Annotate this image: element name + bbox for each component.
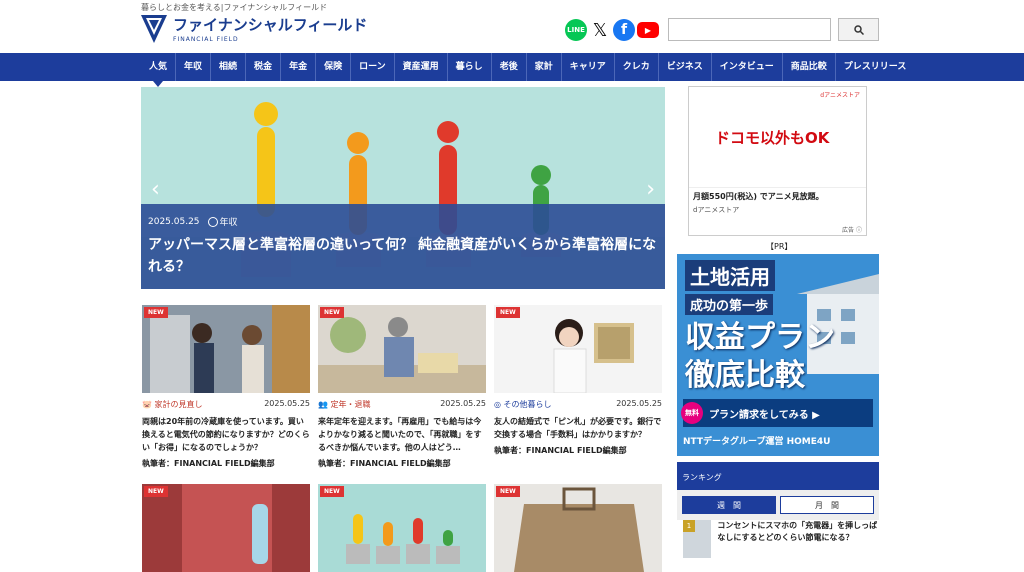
free-badge: 無料 <box>681 402 703 424</box>
ad-sub: dアニメストア <box>693 206 740 214</box>
nav-item[interactable]: ローン <box>351 53 395 81</box>
article-image: NEW <box>318 305 486 393</box>
article-date: 2025.05.25 <box>264 399 310 408</box>
article-card[interactable]: NEW 🐷 家計の見直し 2025.05.25 両親は20年前の冷蔵庫を使ってい… <box>142 305 310 469</box>
nav-item[interactable]: 老後 <box>492 53 527 81</box>
article-card[interactable]: NEW 👥 定年・退職 2025.05.25 来年定年を迎えます。「再雇用」でも… <box>318 305 486 469</box>
new-badge: NEW <box>144 486 168 497</box>
ad-brand: dアニメストア <box>820 92 860 99</box>
rank-number: 1 <box>683 520 695 532</box>
ad2-headline: 収益プラン 徹底比較 <box>685 320 835 393</box>
hero-slider[interactable]: ‹ › 2025.05.25 年収 アッパーマス層と準富裕層の違いって何？ 純金… <box>141 87 665 289</box>
hero-next-arrow[interactable]: › <box>646 177 655 202</box>
nav-item[interactable]: キャリア <box>562 53 615 81</box>
new-badge: NEW <box>320 486 344 497</box>
article-title[interactable]: 来年定年を迎えます。「再雇用」でも給与は今よりかなり減ると聞いたので、「再就職」… <box>318 415 486 454</box>
article-category[interactable]: 定年・退職 <box>331 400 371 409</box>
new-badge: NEW <box>144 307 168 318</box>
nav-item[interactable]: 家計 <box>527 53 562 81</box>
logo-subtext: FINANCIAL FIELD <box>173 36 239 43</box>
logo-text: ファイナンシャルフィールド <box>173 16 368 34</box>
logo-mark-icon <box>141 14 167 43</box>
nav-item[interactable]: 資産運用 <box>395 53 448 81</box>
hero-caption[interactable]: 2025.05.25 年収 アッパーマス層と準富裕層の違いって何？ 純金融資産が… <box>141 204 665 289</box>
nav-item[interactable]: 保険 <box>316 53 352 81</box>
article-image: NEW <box>494 305 662 393</box>
new-badge: NEW <box>496 307 520 318</box>
nav-item[interactable]: プレスリリース <box>836 53 915 81</box>
site-logo[interactable]: ファイナンシャルフィールド FINANCIAL FIELD <box>141 14 367 43</box>
article-image: NEW <box>142 484 310 572</box>
x-icon[interactable]: 𝕏 <box>589 19 611 41</box>
new-badge: NEW <box>320 307 344 318</box>
nav-item[interactable]: 暮らし <box>448 53 492 81</box>
article-author: 執筆者：FINANCIAL FIELD編集部 <box>142 459 275 468</box>
nav-item[interactable]: 人気 <box>141 47 177 87</box>
nav-item[interactable]: クレカ <box>615 53 659 81</box>
ad-headline: ドコモ以外もOK <box>715 129 830 147</box>
nav-item[interactable]: 税金 <box>246 53 282 81</box>
clock-icon: ◎ <box>494 400 501 409</box>
tab-monthly[interactable]: 月 間 <box>780 496 874 514</box>
nav-item[interactable]: 商品比較 <box>783 53 836 81</box>
nav-item[interactable]: ビジネス <box>659 53 712 81</box>
article-author: 執筆者：FINANCIAL FIELD編集部 <box>494 446 627 455</box>
new-badge: NEW <box>496 486 520 497</box>
hero-prev-arrow[interactable]: ‹ <box>151 177 160 202</box>
ad2-title: 土地活用 <box>685 260 775 291</box>
ranking-header: ランキング <box>677 462 879 490</box>
ad-label: 広告 ⓘ <box>842 227 862 234</box>
article-date: 2025.05.25 <box>440 399 486 408</box>
search-input[interactable] <box>668 18 831 41</box>
danime-ad[interactable]: dアニメストア ドコモ以外もOK 月額550円(税込) でアニメ見放題。 dアニ… <box>688 86 867 236</box>
article-image: NEW <box>142 305 310 393</box>
ranking-tabs: 週 間 月 間 <box>677 490 879 520</box>
hero-date: 2025.05.25 <box>148 216 200 227</box>
article-image: NEW <box>494 484 662 572</box>
article-card[interactable]: NEW ◎ その他暮らし 2025.05.25 友人の結婚式で「ピン札」が必要で… <box>494 305 662 456</box>
article-card[interactable]: NEW <box>318 484 486 572</box>
ad2-cta-text: プラン請求をしてみる ▶ <box>709 409 820 421</box>
ad-info-icon[interactable]: ⓘ <box>856 227 862 234</box>
search-icon <box>853 24 864 35</box>
ad2-footer: NTTデータグループ運営 HOME4U <box>683 437 831 447</box>
facebook-icon[interactable]: f <box>613 19 635 41</box>
tagline: 暮らしとお金を考える|ファイナンシャルフィールド <box>141 3 328 12</box>
line-icon[interactable]: LINE <box>565 19 587 41</box>
ranking-item[interactable]: 1 コンセントにスマホの「充電器」を挿しっぱなしにするとどのくらい節電になる？ <box>683 520 879 558</box>
stopwatch-icon <box>207 216 218 227</box>
ranking-title[interactable]: コンセントにスマホの「充電器」を挿しっぱなしにするとどのくらい節電になる？ <box>717 520 879 558</box>
home4u-ad[interactable]: 土地活用 成功の第一歩 収益プラン 徹底比較 無料 プラン請求をしてみる ▶ N… <box>677 254 879 456</box>
article-date: 2025.05.25 <box>616 399 662 408</box>
article-author: 執筆者：FINANCIAL FIELD編集部 <box>318 459 451 468</box>
article-category[interactable]: その他暮らし <box>504 400 552 409</box>
ad2-subtitle: 成功の第一歩 <box>685 294 774 315</box>
article-card[interactable]: NEW <box>142 484 310 572</box>
hero-category: 年収 <box>219 218 238 228</box>
nav-item[interactable]: 相続 <box>211 53 247 81</box>
social-links: LINE <box>565 19 587 41</box>
article-title[interactable]: 友人の結婚式で「ピン札」が必要です。銀行で交換する場合「手数料」はかかりますか？ <box>494 415 662 441</box>
article-image: NEW <box>318 484 486 572</box>
nav-item[interactable]: 年収 <box>176 53 212 81</box>
piggy-bank-icon: 🐷 <box>142 400 152 409</box>
youtube-icon[interactable]: ▶ <box>637 22 659 38</box>
ad2-cta-button[interactable]: 無料 プラン請求をしてみる ▶ <box>681 399 873 427</box>
article-category[interactable]: 家計の見直し <box>155 400 203 409</box>
hero-title[interactable]: アッパーマス層と準富裕層の違いって何？ 純金融資産がいくらから準富裕層になれる？ <box>148 234 658 278</box>
nav-item[interactable]: 年金 <box>281 53 317 81</box>
tab-weekly[interactable]: 週 間 <box>682 496 776 514</box>
nav-item[interactable]: インタビュー <box>712 53 783 81</box>
people-icon: 👥 <box>318 400 328 409</box>
ranking-thumbnail: 1 <box>683 520 712 558</box>
article-card[interactable]: NEW <box>494 484 662 572</box>
search-button[interactable] <box>838 18 879 41</box>
main-nav: 人気 年収 相続 税金 年金 保険 ローン 資産運用 暮らし 老後 家計 キャリア クレカ ビジネス インタ… <box>0 47 1024 87</box>
ad-text: 月額550円(税込) でアニメ見放題。 <box>693 192 824 201</box>
article-title[interactable]: 両親は20年前の冷蔵庫を使っています。買い換えると電気代の節約になりますか？どの… <box>142 415 310 454</box>
pr-label: 【PR】 <box>766 242 793 251</box>
